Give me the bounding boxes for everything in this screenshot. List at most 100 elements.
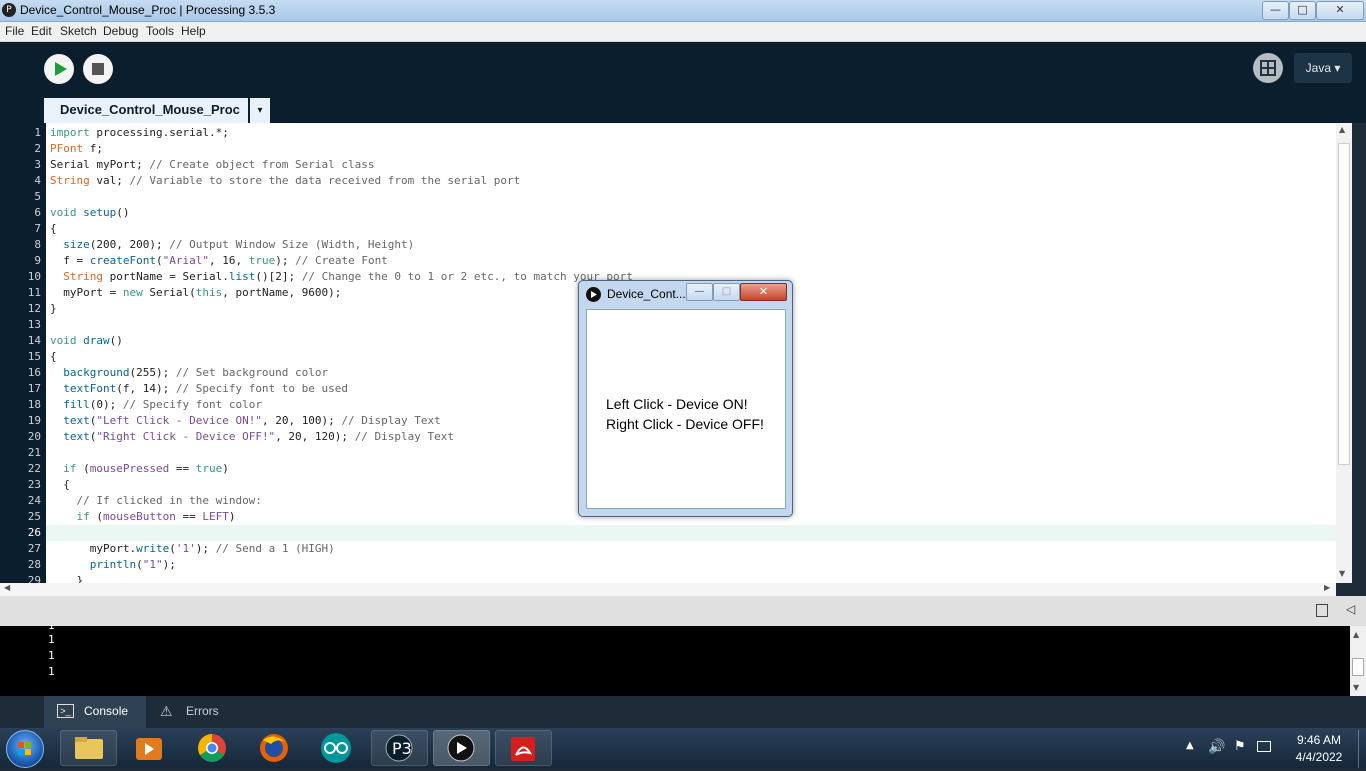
window-title-bar: P Device_Control_Mouse_Proc | Processing… bbox=[0, 0, 1366, 22]
line-number: 17 bbox=[27, 382, 41, 395]
menu-debug[interactable]: Debug bbox=[103, 24, 138, 38]
taskbar-arduino[interactable] bbox=[309, 730, 364, 766]
line-number: 27 bbox=[27, 542, 41, 555]
debugger-button[interactable] bbox=[1253, 53, 1283, 83]
show-hidden-icons[interactable]: ▲ bbox=[1186, 740, 1194, 751]
sketch-canvas[interactable]: Left Click - Device ON! Right Click - De… bbox=[586, 309, 786, 509]
code-line[interactable]: myPort = new Serial(this, portName, 9600… bbox=[50, 285, 341, 301]
tab-menu-button[interactable]: ▾ bbox=[250, 98, 270, 123]
start-button[interactable] bbox=[6, 730, 44, 768]
scroll-down-icon[interactable]: ▼ bbox=[1339, 569, 1345, 578]
minimize-icon[interactable]: — bbox=[1262, 1, 1289, 20]
arduino-icon bbox=[321, 733, 351, 763]
sketch-window-icon bbox=[586, 287, 601, 302]
run-button[interactable] bbox=[44, 54, 74, 84]
line-number: 12 bbox=[27, 302, 41, 315]
editor-scroll-thumb[interactable] bbox=[1338, 143, 1350, 465]
tab-console-label: Console bbox=[84, 704, 129, 718]
taskbar-processing[interactable]: P3 bbox=[371, 730, 428, 766]
taskbar-media-player[interactable] bbox=[122, 730, 177, 766]
code-line[interactable]: // If clicked in the window: bbox=[50, 493, 262, 509]
code-line[interactable]: String val; // Variable to store the dat… bbox=[50, 173, 520, 189]
code-line[interactable]: println("1"); bbox=[50, 557, 176, 573]
sketch-window-title: Device_Cont... bbox=[607, 287, 686, 301]
line-number: 24 bbox=[27, 494, 41, 507]
line-number: 1 bbox=[34, 126, 41, 139]
line-number: 26 bbox=[27, 526, 41, 539]
taskbar-file-explorer[interactable] bbox=[60, 730, 117, 766]
code-line[interactable]: if (mousePressed == true) bbox=[50, 461, 229, 477]
scroll-up-icon[interactable]: ▲ bbox=[1339, 125, 1345, 134]
code-line[interactable]: } bbox=[50, 573, 83, 583]
tab-console[interactable]: >_ Console bbox=[44, 696, 146, 728]
code-line[interactable]: background(255); // Set background color bbox=[50, 365, 328, 381]
sketch-minimize-icon[interactable]: — bbox=[686, 283, 713, 301]
code-line[interactable]: { bbox=[50, 221, 57, 237]
editor-horizontal-scrollbar[interactable]: ◀ ▶ bbox=[0, 583, 1336, 596]
line-number: 6 bbox=[34, 206, 41, 219]
code-line[interactable]: Serial myPort; // Create object from Ser… bbox=[50, 157, 375, 173]
clock-date[interactable]: 4/4/2022 bbox=[1284, 750, 1354, 764]
taskbar-sketch-running[interactable] bbox=[433, 730, 490, 766]
scroll-right-icon[interactable]: ▶ bbox=[1324, 583, 1330, 592]
code-line[interactable]: } bbox=[50, 301, 57, 317]
code-line[interactable]: text("Left Click - Device ON!", 20, 100)… bbox=[50, 413, 441, 429]
line-number: 22 bbox=[27, 462, 41, 475]
tab-errors[interactable]: ⚠ Errors bbox=[146, 696, 238, 728]
mode-selector[interactable]: Java ▾ bbox=[1294, 53, 1352, 83]
sketch-text-off: Right Click - Device OFF! bbox=[606, 416, 764, 432]
line-number: 25 bbox=[27, 510, 41, 523]
network-icon[interactable] bbox=[1257, 741, 1271, 752]
menu-bar: File Edit Sketch Debug Tools Help bbox=[0, 22, 1366, 42]
sketch-close-icon[interactable]: ✕ bbox=[740, 283, 787, 301]
code-line[interactable]: text("Right Click - Device OFF!", 20, 12… bbox=[50, 429, 454, 445]
windows-logo-icon bbox=[18, 742, 31, 755]
stop-button[interactable] bbox=[83, 54, 113, 84]
code-line[interactable]: fill(0); // Specify font color bbox=[50, 397, 262, 413]
taskbar-chrome[interactable] bbox=[185, 730, 240, 766]
stop-icon bbox=[92, 63, 104, 75]
show-desktop-button[interactable] bbox=[1358, 730, 1366, 768]
action-center-flag-icon[interactable]: ⚑ bbox=[1234, 739, 1246, 754]
tab-sketch[interactable]: Device_Control_Mouse_Proc bbox=[44, 98, 248, 123]
menu-edit[interactable]: Edit bbox=[31, 24, 52, 38]
maximize-icon[interactable]: □ bbox=[1289, 1, 1316, 20]
code-line[interactable]: size(200, 200); // Output Window Size (W… bbox=[50, 237, 414, 253]
scroll-left-icon[interactable]: ◀ bbox=[4, 583, 10, 592]
line-number: 4 bbox=[34, 174, 41, 187]
menu-sketch[interactable]: Sketch bbox=[60, 24, 97, 38]
taskbar-firefox[interactable] bbox=[247, 730, 302, 766]
collapse-console-icon[interactable]: ◁ bbox=[1346, 602, 1355, 616]
console-line: 1 bbox=[48, 665, 55, 678]
console-scrollbar[interactable]: ▲ ▼ bbox=[1350, 626, 1366, 696]
volume-icon[interactable]: 🔊 bbox=[1208, 739, 1225, 755]
copy-console-icon[interactable] bbox=[1316, 604, 1328, 617]
menu-tools[interactable]: Tools bbox=[146, 24, 174, 38]
window-title: Device_Control_Mouse_Proc | Processing 3… bbox=[20, 3, 276, 17]
menu-file[interactable]: File bbox=[5, 24, 24, 38]
line-number: 21 bbox=[27, 446, 41, 459]
console-scroll-up-icon[interactable]: ▲ bbox=[1353, 630, 1359, 639]
clock-time[interactable]: 9:46 AM bbox=[1284, 733, 1354, 747]
code-line[interactable]: void setup() bbox=[50, 205, 130, 221]
menu-help[interactable]: Help bbox=[181, 24, 206, 38]
firefox-icon bbox=[260, 734, 288, 762]
code-line[interactable]: String portName = Serial.list()[2]; // C… bbox=[50, 269, 633, 285]
code-line[interactable]: myPort.write('1'); // Send a 1 (HIGH) bbox=[50, 541, 335, 557]
processing-icon: P3 bbox=[385, 734, 413, 762]
code-line[interactable]: if (mouseButton == LEFT) bbox=[50, 509, 236, 525]
console-scroll-down-icon[interactable]: ▼ bbox=[1353, 683, 1359, 692]
debugger-icon bbox=[1260, 60, 1276, 76]
console-scroll-thumb[interactable] bbox=[1352, 658, 1364, 676]
processing-app-icon: P bbox=[2, 3, 16, 17]
sketch-maximize-icon: □ bbox=[713, 283, 740, 301]
code-line[interactable]: PFont f; bbox=[50, 141, 103, 157]
code-line[interactable]: f = createFont("Arial", 16, true); // Cr… bbox=[50, 253, 388, 269]
code-line[interactable]: import processing.serial.*; bbox=[50, 125, 229, 141]
taskbar-pdf[interactable] bbox=[495, 730, 552, 766]
code-line[interactable]: { bbox=[50, 477, 70, 493]
code-line[interactable]: textFont(f, 14); // Specify font to be u… bbox=[50, 381, 348, 397]
code-line[interactable]: void draw() bbox=[50, 333, 123, 349]
close-icon[interactable]: ✕ bbox=[1316, 1, 1364, 20]
code-line[interactable]: { bbox=[50, 349, 57, 365]
